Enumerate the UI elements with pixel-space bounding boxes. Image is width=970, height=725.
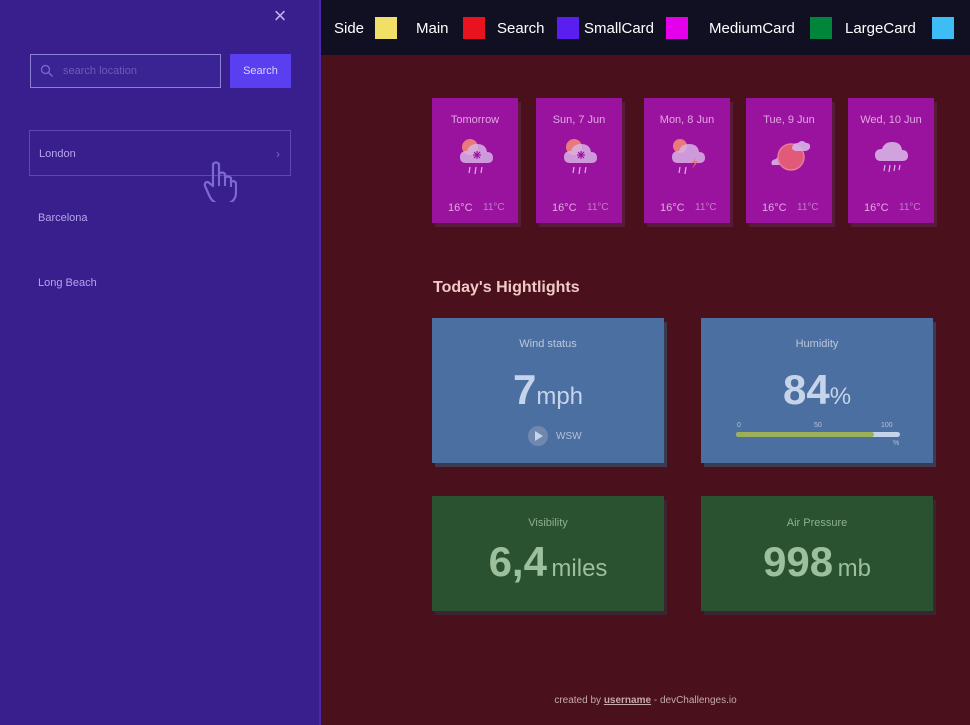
forecast-low: 11°C: [797, 202, 819, 213]
partly-cloudy-icon: [771, 141, 810, 171]
search-location-input[interactable]: [63, 55, 218, 87]
close-sidebar-button[interactable]: ×: [270, 5, 290, 27]
location-name: London: [39, 148, 76, 160]
footer: created by username - devChallenges.io: [321, 695, 970, 706]
forecast-day: Sun, 7 Jun: [552, 114, 606, 126]
chevron-right-icon: ›: [276, 147, 280, 161]
location-item-barcelona[interactable]: Barcelona: [29, 195, 291, 241]
legend-label-side: Side: [334, 20, 365, 37]
forecast-card: Tue, 9 Jun 16°C 11°C: [746, 98, 832, 223]
visibility-card: Visibility 6,4 miles: [432, 496, 664, 611]
legend-label-main: Main: [416, 20, 449, 37]
visibility-value: 6,4 miles: [432, 538, 664, 586]
value-number: 7: [512, 366, 537, 413]
forecast-high: 16°C: [448, 202, 473, 214]
scale-label-100: 100: [881, 422, 893, 429]
forecast-day: Tue, 9 Jun: [763, 114, 815, 126]
card-title: Wind status: [519, 338, 577, 350]
humidity-card: Humidity 84% 0 50 100 %: [701, 318, 933, 463]
forecast-card: Mon, 8 Jun 16°C 11°C: [644, 98, 730, 223]
search-icon: [40, 64, 53, 77]
sidebar: × Search London › Barcelona Long Beach: [0, 0, 321, 725]
footer-prefix: created by: [554, 695, 602, 706]
legend-swatch-largecard: [932, 17, 954, 39]
humidity-value: 84%: [701, 366, 933, 414]
forecast-high: 16°C: [762, 202, 787, 214]
footer-suffix: - devChallenges.io: [653, 695, 737, 706]
forecast-day: Wed, 10 Jun: [860, 114, 922, 126]
pressure-value: 998 mb: [701, 538, 933, 586]
legend-swatch-smallcard: [666, 17, 688, 39]
value-unit: mph: [536, 383, 584, 410]
wind-value: 7mph: [432, 366, 664, 414]
color-legend: Side Main Search SmallCard MediumCard La…: [321, 0, 970, 55]
card-title: Air Pressure: [786, 517, 848, 529]
forecast-low: 11°C: [587, 202, 609, 213]
scale-label-50: 50: [814, 422, 822, 429]
location-name: Barcelona: [38, 212, 88, 224]
scale-unit: %: [893, 440, 900, 447]
value-number: 998: [763, 538, 834, 585]
forecast-day: Mon, 8 Jun: [659, 114, 715, 126]
rain-icon: [875, 142, 908, 173]
legend-swatch-search: [557, 17, 579, 39]
main-panel: Tomorrow 16°C 11°C Sun, 7 Jun 16°C 11°C …: [321, 55, 970, 725]
value-number: 84: [782, 366, 830, 413]
forecast-card: Wed, 10 Jun 16°C 11°C: [848, 98, 934, 223]
location-name: Long Beach: [38, 277, 97, 289]
humidity-progress-bar: [736, 432, 900, 437]
card-title: Humidity: [795, 338, 839, 350]
legend-swatch-main: [463, 17, 485, 39]
thunderstorm-icon: [672, 139, 705, 175]
value-number: 6,4: [488, 538, 547, 585]
forecast-card: Sun, 7 Jun 16°C 11°C: [536, 98, 622, 223]
sleet-icon: [564, 139, 597, 175]
navigation-arrow-icon: [535, 431, 543, 441]
legend-swatch-side: [375, 17, 397, 39]
search-button[interactable]: Search: [230, 54, 291, 88]
location-item-london[interactable]: London ›: [29, 130, 291, 176]
legend-swatch-mediumcard: [810, 17, 832, 39]
forecast-low: 11°C: [899, 202, 921, 213]
forecast-card: Tomorrow 16°C 11°C: [432, 98, 518, 223]
hand-pointer-icon: [203, 161, 237, 202]
footer-username-link[interactable]: username: [604, 695, 651, 706]
value-unit: miles: [551, 555, 608, 582]
value-unit: mb: [837, 555, 871, 582]
humidity-progress-fill: [736, 432, 874, 437]
air-pressure-card: Air Pressure 998 mb: [701, 496, 933, 611]
forecast-day: Tomorrow: [450, 114, 500, 126]
legend-label-mediumcard: MediumCard: [709, 20, 795, 37]
forecast-low: 11°C: [483, 202, 505, 213]
forecast-high: 16°C: [660, 202, 685, 214]
sleet-icon: [460, 139, 493, 175]
legend-label-smallcard: SmallCard: [584, 20, 655, 37]
location-item-long-beach[interactable]: Long Beach: [29, 260, 291, 306]
legend-label-search: Search: [497, 20, 545, 37]
value-unit: %: [829, 383, 852, 410]
wind-status-card: Wind status 7mph WSW: [432, 318, 664, 463]
forecast-high: 16°C: [864, 202, 889, 214]
search-box: [30, 54, 221, 88]
card-title: Visibility: [528, 517, 568, 529]
scale-label-0: 0: [737, 422, 741, 429]
wind-direction-label: WSW: [556, 431, 582, 442]
legend-label-largecard: LargeCard: [845, 20, 916, 37]
forecast-high: 16°C: [552, 202, 577, 214]
highlights-title: Today's Hightlights: [433, 279, 580, 296]
forecast-low: 11°C: [695, 202, 717, 213]
